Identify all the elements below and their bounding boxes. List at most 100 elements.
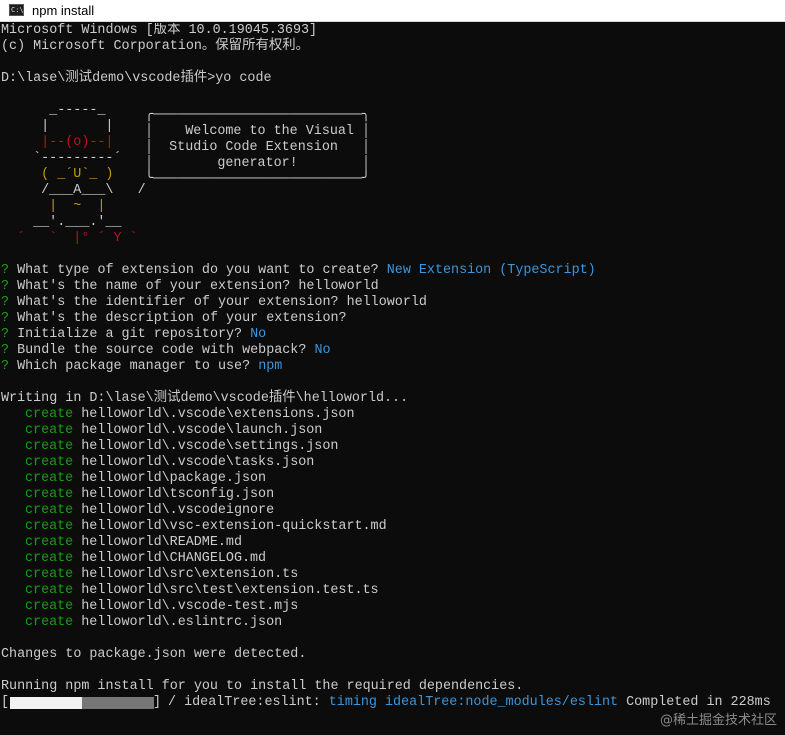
question-mark: ? — [1, 311, 10, 326]
created-file-line: create helloworld\.vscode\settings.json — [25, 439, 338, 455]
version-banner: Microsoft Windows [版本 10.0.19045.3693] — [1, 23, 318, 38]
question-mark: ? — [1, 279, 10, 294]
command-prompt-line: D:\lase\测试demo\vscode插件>yo code — [1, 71, 272, 86]
progress-remaining — [82, 697, 154, 709]
npm-install-line: Running npm install for you to install t… — [1, 679, 524, 694]
question-mark: ? — [1, 359, 10, 374]
progress-detail: idealTree:node_modules/eslint — [385, 695, 619, 710]
question-text: Bundle the source code with webpack? — [17, 343, 307, 358]
created-file-path: helloworld\tsconfig.json — [81, 487, 275, 502]
speech-bubble-line: │ Studio Code Extension │ — [137, 140, 371, 155]
terminal-window: C:\ npm install Microsoft Windows [版本 10… — [0, 0, 785, 735]
progress-completed: Completed in 228ms — [618, 695, 771, 710]
watermark: @稀土掘金技术社区 — [659, 713, 777, 728]
created-file-path: helloworld\.vscode\extensions.json — [81, 407, 355, 422]
created-file-line: create helloworld\package.json — [25, 471, 266, 487]
created-file-line: create helloworld\.vscode\tasks.json — [25, 455, 314, 471]
create-label: create — [25, 423, 74, 438]
speech-bubble-line: │ Welcome to the Visual │ — [137, 124, 371, 139]
yeoman-art-line: `---------´ — [9, 151, 146, 166]
progress-bracket-open: [ — [1, 695, 10, 710]
question-text: Which package manager to use? — [17, 359, 251, 374]
create-label: create — [25, 519, 74, 534]
speech-bubble-line: ╭──────────────────────────╮ — [137, 108, 371, 123]
created-file-path: helloworld\README.md — [81, 535, 242, 550]
question-answer: New Extension (TypeScript) — [386, 263, 596, 278]
created-file-line: create helloworld\.vscode\launch.json — [25, 423, 322, 439]
question-mark: ? — [1, 263, 10, 278]
prompt-question: ? What's the name of your extension? hel… — [1, 279, 379, 295]
yeoman-art-line: /___A___\ / — [9, 183, 146, 198]
prompt-question: ? What's the description of your extensi… — [1, 311, 355, 327]
create-label: create — [25, 503, 74, 518]
question-mark: ? — [1, 343, 10, 358]
yeoman-art-line: |--(o)--| — [9, 135, 146, 150]
created-file-line: create helloworld\.vscodeignore — [25, 503, 274, 519]
created-file-path: helloworld\src\extension.ts — [81, 567, 299, 582]
created-file-path: helloworld\CHANGELOG.md — [81, 551, 267, 566]
created-file-line: create helloworld\CHANGELOG.md — [25, 551, 266, 567]
changes-detected-line: Changes to package.json were detected. — [1, 647, 307, 662]
create-label: create — [25, 471, 74, 486]
created-file-path: helloworld\.eslintrc.json — [81, 615, 283, 630]
prompt-question: ? Which package manager to use? npm — [1, 359, 282, 375]
create-label: create — [25, 615, 74, 630]
writing-line: Writing in D:\lase\测试demo\vscode插件\hello… — [1, 391, 409, 406]
create-label: create — [25, 583, 74, 598]
question-mark: ? — [1, 327, 10, 342]
question-text: What's the description of your extension… — [17, 311, 347, 326]
question-mark: ? — [1, 295, 10, 310]
yeoman-art-line: __'.___.'__ — [9, 215, 146, 230]
created-file-path: helloworld\.vscode\settings.json — [81, 439, 339, 454]
yeoman-art-line: ´ ` |° ´ Y ` — [9, 231, 146, 246]
question-answer: No — [250, 327, 267, 342]
create-label: create — [25, 439, 74, 454]
created-file-path: helloworld\.vscodeignore — [81, 503, 275, 518]
create-label: create — [25, 599, 74, 614]
question-text: What type of extension do you want to cr… — [17, 263, 379, 278]
copyright-line: (c) Microsoft Corporation。保留所有权利。 — [1, 39, 310, 54]
question-answer: No — [314, 343, 331, 358]
create-label: create — [25, 567, 74, 582]
created-file-line: create helloworld\.vscode-test.mjs — [25, 599, 298, 615]
prompt-question: ? Initialize a git repository? No — [1, 327, 266, 343]
created-file-line: create helloworld\README.md — [25, 535, 242, 551]
speech-bubble-line: ╰──────────────────────────╯ — [137, 172, 371, 187]
question-answer: helloworld — [298, 279, 379, 294]
progress-status-word: timing — [328, 695, 377, 710]
question-text: What's the identifier of your extension? — [17, 295, 339, 310]
yeoman-art-line: _-----_ — [9, 103, 146, 118]
window-title: npm install — [32, 3, 95, 18]
question-text: What's the name of your extension? — [17, 279, 291, 294]
created-file-line: create helloworld\src\test\extension.tes… — [25, 583, 379, 599]
created-file-path: helloworld\src\test\extension.test.ts — [81, 583, 379, 598]
created-file-line: create helloworld\src\extension.ts — [25, 567, 298, 583]
question-answer: npm — [258, 359, 283, 374]
yeoman-art-line: | ~ | — [9, 199, 146, 214]
created-file-line: create helloworld\.vscode\extensions.jso… — [25, 407, 354, 423]
speech-bubble-line: │ generator! │ — [137, 156, 371, 171]
progress-fill — [10, 697, 82, 709]
command-prompt-icon: C:\ — [9, 4, 24, 16]
console-output[interactable]: Microsoft Windows [版本 10.0.19045.3693] (… — [0, 23, 785, 735]
created-file-line: create helloworld\.eslintrc.json — [25, 615, 282, 631]
yeoman-art-line: ( _´U`_ ) — [9, 167, 146, 182]
created-file-path: helloworld\.vscode\launch.json — [81, 423, 323, 438]
prompt-question: ? What type of extension do you want to … — [1, 263, 596, 279]
question-answer: helloworld — [346, 295, 427, 310]
create-label: create — [25, 535, 74, 550]
create-label: create — [25, 487, 74, 502]
created-file-path: helloworld\vsc-extension-quickstart.md — [81, 519, 387, 534]
created-file-line: create helloworld\tsconfig.json — [25, 487, 274, 503]
created-file-line: create helloworld\vsc-extension-quicksta… — [25, 519, 387, 535]
yeoman-art-line: | | — [9, 119, 146, 134]
progress-stage: / idealTree:eslint: — [160, 695, 329, 710]
create-label: create — [25, 407, 74, 422]
created-file-path: helloworld\.vscode-test.mjs — [81, 599, 299, 614]
prompt-question: ? Bundle the source code with webpack? N… — [1, 343, 331, 359]
create-label: create — [25, 551, 74, 566]
create-label: create — [25, 455, 74, 470]
title-bar[interactable]: C:\ npm install — [0, 0, 785, 22]
created-file-path: helloworld\package.json — [81, 471, 267, 486]
prompt-question: ? What's the identifier of your extensio… — [1, 295, 427, 311]
